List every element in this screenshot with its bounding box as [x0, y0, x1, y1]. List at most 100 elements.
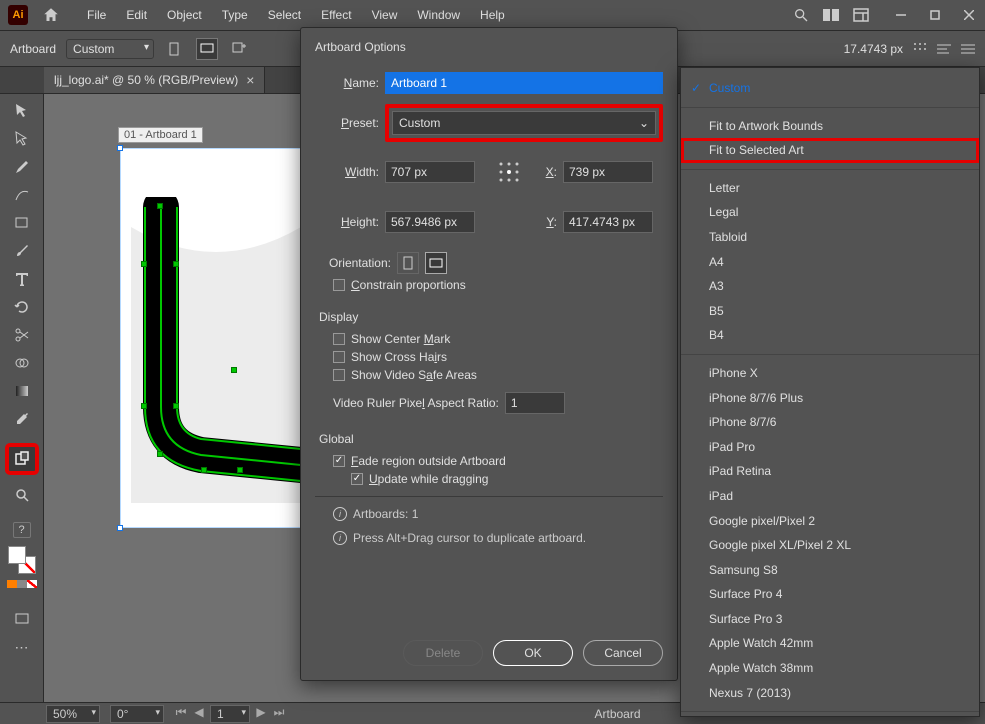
search-icon[interactable]: [793, 7, 809, 23]
curvature-tool[interactable]: [8, 182, 36, 208]
cross-hairs-checkbox[interactable]: [333, 351, 345, 363]
rotation-field[interactable]: 0°: [110, 705, 164, 723]
paintbrush-tool[interactable]: [8, 238, 36, 264]
anchor-handle[interactable]: [237, 467, 243, 473]
y-input[interactable]: 417.4743 px: [563, 211, 653, 233]
preset-option[interactable]: Letter: [681, 176, 979, 201]
fill-swatch[interactable]: [8, 546, 26, 564]
home-icon[interactable]: [42, 6, 60, 24]
help-icon[interactable]: ?: [13, 522, 31, 538]
landscape-icon[interactable]: [196, 38, 218, 60]
preset-option[interactable]: Apple Watch 38mm: [681, 656, 979, 681]
menu-icon[interactable]: [961, 42, 975, 56]
update-drag-checkbox[interactable]: [351, 473, 363, 485]
landscape-button[interactable]: [425, 252, 447, 274]
center-mark-checkbox[interactable]: [333, 333, 345, 345]
constrain-checkbox[interactable]: [333, 279, 345, 291]
x-input[interactable]: 739 px: [563, 161, 653, 183]
preset-option[interactable]: Tabloid: [681, 225, 979, 250]
preset-option[interactable]: Fit to Selected Art: [681, 138, 979, 163]
artboard-handle[interactable]: [117, 525, 123, 531]
preset-select[interactable]: Custom ⌄: [392, 111, 656, 135]
menu-item-object[interactable]: Object: [158, 4, 211, 26]
last-icon[interactable]: ⏭: [272, 705, 286, 723]
portrait-icon[interactable]: [164, 38, 186, 60]
preset-option[interactable]: iPhone 8/7/6: [681, 410, 979, 435]
preset-option[interactable]: B4: [681, 323, 979, 348]
first-icon[interactable]: ⏮: [174, 705, 188, 723]
anchor-handle[interactable]: [173, 261, 179, 267]
menu-item-effect[interactable]: Effect: [312, 4, 360, 26]
selection-tool[interactable]: [8, 98, 36, 124]
preset-option[interactable]: Google pixel XL/Pixel 2 XL: [681, 533, 979, 558]
anchor-handle[interactable]: [141, 403, 147, 409]
close-tab-icon[interactable]: ×: [246, 73, 254, 87]
preset-option[interactable]: A3: [681, 274, 979, 299]
anchor-handle[interactable]: [141, 261, 147, 267]
artboard[interactable]: 01 - Artboard 1: [120, 148, 310, 528]
anchor-handle[interactable]: [157, 451, 163, 457]
portrait-button[interactable]: [397, 252, 419, 274]
direct-selection-tool[interactable]: [8, 126, 36, 152]
type-tool[interactable]: [8, 266, 36, 292]
safe-areas-checkbox[interactable]: [333, 369, 345, 381]
menu-item-select[interactable]: Select: [259, 4, 310, 26]
zoom-tool[interactable]: [8, 482, 36, 508]
document-tab[interactable]: ljj_logo.ai* @ 50 % (RGB/Preview) ×: [44, 67, 265, 93]
edit-toolbar-icon[interactable]: ⋯: [8, 634, 36, 660]
preset-option[interactable]: iPad Retina: [681, 459, 979, 484]
new-artboard-icon[interactable]: [228, 38, 250, 60]
zoom-field[interactable]: 50%: [46, 705, 100, 723]
shape-builder-tool[interactable]: [8, 350, 36, 376]
maximize-button[interactable]: [925, 5, 945, 25]
menu-item-type[interactable]: Type: [213, 4, 257, 26]
gradient-tool[interactable]: [8, 378, 36, 404]
menu-item-file[interactable]: File: [78, 4, 115, 26]
minimize-button[interactable]: [891, 5, 911, 25]
layout-icon[interactable]: [823, 7, 839, 23]
menu-item-window[interactable]: Window: [408, 4, 469, 26]
reference-point-icon[interactable]: [495, 152, 523, 192]
height-input[interactable]: 567.9486 px: [385, 211, 475, 233]
pen-tool[interactable]: [8, 154, 36, 180]
preset-option[interactable]: iPhone X: [681, 361, 979, 386]
eyedropper-tool[interactable]: [8, 406, 36, 432]
preset-option[interactable]: iPad Pro: [681, 435, 979, 460]
screen-mode-icon[interactable]: [8, 606, 36, 632]
fade-region-checkbox[interactable]: [333, 455, 345, 467]
artwork-shape[interactable]: [131, 197, 301, 503]
rotate-tool[interactable]: [8, 294, 36, 320]
anchor-handle[interactable]: [201, 467, 207, 473]
menu-item-help[interactable]: Help: [471, 4, 514, 26]
preset-option[interactable]: Fit to Artwork Bounds: [681, 114, 979, 139]
artboard-preset-select[interactable]: Custom: [66, 39, 154, 59]
cancel-button[interactable]: Cancel: [583, 640, 663, 666]
preset-dropdown-menu[interactable]: Custom Fit to Artwork BoundsFit to Select…: [680, 67, 980, 717]
preset-option[interactable]: Nexus 7 (2013): [681, 681, 979, 706]
close-button[interactable]: [959, 5, 979, 25]
artboard-index-field[interactable]: 1: [210, 705, 250, 723]
anchor-handle[interactable]: [173, 403, 179, 409]
prev-icon[interactable]: ◀: [192, 705, 206, 723]
preset-option[interactable]: Surface Pro 3: [681, 607, 979, 632]
delete-button[interactable]: Delete: [403, 640, 483, 666]
scissors-tool[interactable]: [8, 322, 36, 348]
anchor-handle[interactable]: [231, 367, 237, 373]
preset-option[interactable]: Samsung S8: [681, 558, 979, 583]
preset-option[interactable]: Apple Watch 42mm: [681, 631, 979, 656]
menu-item-view[interactable]: View: [363, 4, 407, 26]
align-dist-icon[interactable]: [913, 42, 927, 56]
ruler-aspect-input[interactable]: 1: [505, 392, 565, 414]
preset-option[interactable]: Surface Pro 4: [681, 582, 979, 607]
ok-button[interactable]: OK: [493, 640, 573, 666]
preset-option[interactable]: Custom: [681, 76, 979, 101]
name-input[interactable]: Artboard 1: [385, 72, 663, 94]
preset-option[interactable]: iPhone 8/7/6 Plus: [681, 386, 979, 411]
preset-option[interactable]: B5: [681, 299, 979, 324]
preset-option[interactable]: iPad: [681, 484, 979, 509]
preset-option[interactable]: Google pixel/Pixel 2: [681, 509, 979, 534]
artboard-tool[interactable]: [8, 446, 36, 472]
workspace-switcher-icon[interactable]: [853, 7, 869, 23]
anchor-handle[interactable]: [157, 203, 163, 209]
arrange-icon[interactable]: [937, 42, 951, 56]
